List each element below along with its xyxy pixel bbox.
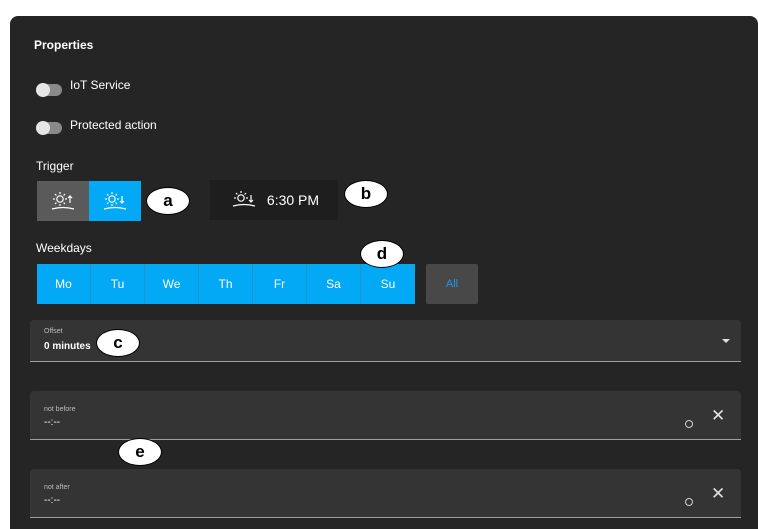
callout-e: e xyxy=(118,438,162,466)
not-before-value: --:-- xyxy=(44,417,61,428)
trigger-title: Trigger xyxy=(36,159,74,173)
properties-title: Properties xyxy=(34,38,94,52)
sunset-icon xyxy=(103,192,127,210)
offset-value: 0 minutes xyxy=(44,341,91,352)
callout-d: d xyxy=(360,240,404,268)
iot-service-toggle[interactable] xyxy=(36,83,62,97)
not-before-label: not before xyxy=(44,406,76,413)
protected-action-toggle[interactable] xyxy=(36,121,62,135)
sunrise-icon xyxy=(51,192,75,210)
sunset-icon xyxy=(232,191,256,207)
weekday-friday[interactable]: Fr xyxy=(253,264,307,304)
not-after-value: --:-- xyxy=(44,495,61,506)
trigger-sunset-button[interactable] xyxy=(89,181,141,221)
callout-c: c xyxy=(96,329,140,357)
trigger-sunrise-button[interactable] xyxy=(37,181,89,221)
top-margin xyxy=(0,0,758,9)
close-icon[interactable]: ✕ xyxy=(711,407,725,424)
weekday-tuesday[interactable]: Tu xyxy=(91,264,145,304)
trigger-time-display[interactable]: 6:30 PM xyxy=(210,180,338,220)
weekday-saturday[interactable]: Sa xyxy=(307,264,361,304)
toggle-knob xyxy=(36,121,50,135)
close-icon[interactable]: ✕ xyxy=(711,485,725,502)
protected-action-label: Protected action xyxy=(70,118,157,132)
iot-service-label: IoT Service xyxy=(70,78,131,92)
weekday-selector: Mo Tu We Th Fr Sa Su xyxy=(37,264,415,304)
offset-label: Offset xyxy=(44,328,63,335)
clock-icon xyxy=(685,420,693,428)
weekday-thursday[interactable]: Th xyxy=(199,264,253,304)
weekday-monday[interactable]: Mo xyxy=(37,264,91,304)
not-before-field[interactable]: not before --:-- ✕ xyxy=(30,391,741,440)
callout-a: a xyxy=(146,187,190,215)
not-after-label: not after xyxy=(44,484,70,491)
trigger-time-value: 6:30 PM xyxy=(266,192,320,208)
weekdays-all-button[interactable]: All xyxy=(426,264,478,304)
toggle-knob xyxy=(36,83,50,97)
weekday-wednesday[interactable]: We xyxy=(145,264,199,304)
not-after-field[interactable]: not after --:-- ✕ xyxy=(30,469,741,518)
chevron-down-icon xyxy=(722,339,730,343)
weekday-sunday[interactable]: Su xyxy=(361,264,415,304)
clock-icon xyxy=(685,498,693,506)
weekdays-title: Weekdays xyxy=(36,241,92,255)
callout-b: b xyxy=(344,180,388,208)
